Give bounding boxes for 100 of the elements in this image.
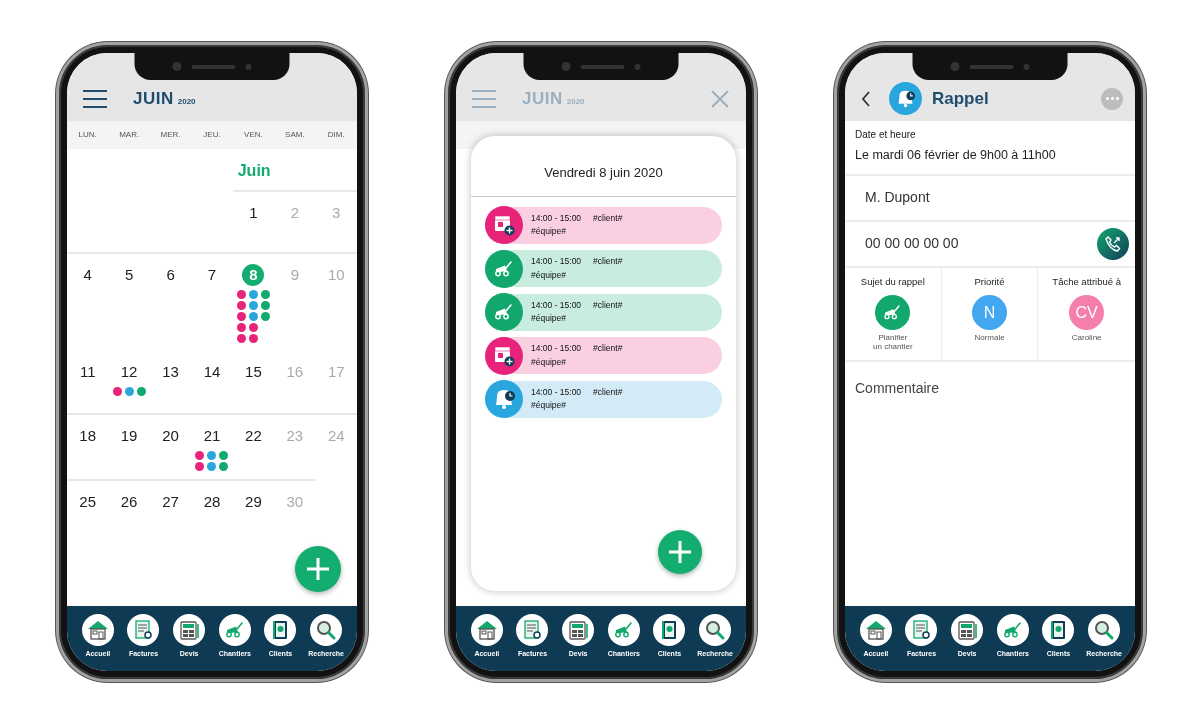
search-icon	[310, 614, 343, 646]
day-number[interactable]: 27	[159, 491, 182, 513]
bell-icon	[889, 82, 922, 115]
close-icon	[710, 88, 730, 109]
weekday-label: MER.	[159, 129, 182, 141]
event-time: 14:00 - 15:00	[531, 212, 582, 223]
day-number[interactable]: 6	[159, 264, 182, 286]
search-icon	[1088, 614, 1121, 646]
contact-book-icon	[653, 614, 686, 646]
day-number[interactable]: 25	[76, 491, 99, 513]
day-number[interactable]: 21	[201, 425, 223, 447]
day-number[interactable]: 1	[242, 202, 265, 224]
year-label: 2020	[566, 95, 585, 108]
phone-number: 00 00 00 00 00	[865, 234, 959, 254]
event-team: #équipe#	[531, 355, 567, 369]
contact-book-icon	[264, 614, 297, 646]
home-icon	[81, 614, 114, 646]
contact-name: M. Dupont	[865, 188, 930, 208]
invoice-icon	[905, 614, 938, 646]
date-value: Le mardi 06 février de 9h00 à 11h00	[854, 147, 1057, 164]
day-number[interactable]: 28	[201, 491, 223, 513]
day-number[interactable]: 19	[118, 425, 141, 447]
attribute-label: Sujet du rappel	[860, 274, 925, 289]
day-number[interactable]: 22	[242, 425, 265, 447]
calculator-icon	[951, 614, 984, 646]
attribute-label: Tâche attribué à	[1052, 274, 1121, 289]
calendar-add-icon	[485, 206, 523, 244]
year-label: 2020	[177, 95, 196, 108]
day-number[interactable]: 4	[76, 264, 99, 286]
event-time: 14:00 - 15:00	[531, 386, 582, 397]
attribute-label: Priorité	[974, 274, 1005, 289]
calculator-icon	[562, 614, 595, 646]
add-button[interactable]	[658, 530, 702, 574]
mower-icon	[485, 249, 523, 288]
weekday-label: MAR.	[118, 129, 141, 141]
event-item[interactable]: 14:00 - 15:00 #client# #équipe#	[485, 337, 722, 374]
weekday-label: LUN.	[77, 129, 98, 141]
event-team: #équipe#	[531, 312, 567, 325]
screen-title: Rappel	[932, 87, 989, 110]
event-client: #client#	[593, 343, 623, 354]
weekday-label: DIM.	[326, 129, 346, 141]
day-number[interactable]: 5	[118, 264, 141, 286]
event-time: 14:00 - 15:00	[531, 256, 582, 267]
event-item[interactable]: 14:00 - 15:00 #client# #équipe#	[485, 206, 722, 244]
plus-icon	[306, 557, 330, 581]
event-client: #client#	[593, 212, 623, 223]
event-team: #équipe#	[531, 399, 567, 412]
invoice-icon	[516, 614, 549, 646]
day-number[interactable]: 15	[242, 361, 265, 383]
invoice-icon	[127, 614, 160, 646]
day-number[interactable]: 7	[201, 264, 223, 286]
day-number[interactable]: 14	[201, 361, 223, 383]
event-time: 14:00 - 15:00	[531, 343, 582, 354]
initials-badge: CV	[1069, 295, 1105, 330]
search-icon	[699, 614, 732, 646]
mower-icon	[485, 293, 523, 331]
event-client: #client#	[593, 256, 623, 267]
event-client: #client#	[593, 299, 623, 310]
home-icon	[470, 614, 503, 646]
field-label: Date et heure	[854, 128, 917, 142]
sheet-title: Vendredi 8 juin 2020	[543, 164, 664, 182]
more-button[interactable]	[1101, 87, 1123, 110]
day-number[interactable]: 29	[242, 491, 265, 513]
plus-icon	[668, 540, 692, 564]
attribute-value: Normale	[974, 334, 1005, 343]
initials-badge: N	[972, 295, 1007, 330]
event-time: 14:00 - 15:00	[531, 299, 582, 310]
attribute-value: Caroline	[1071, 334, 1102, 343]
phone-icon	[1104, 234, 1122, 253]
day-number[interactable]: 12	[118, 361, 141, 383]
day-number[interactable]: 11	[76, 361, 99, 383]
bell-icon	[485, 380, 523, 418]
back-icon	[861, 90, 871, 107]
call-button[interactable]	[1097, 227, 1129, 260]
day-number[interactable]: 20	[159, 425, 182, 447]
weekday-label: JEU.	[202, 129, 222, 141]
event-item[interactable]: 14:00 - 15:00 #client# #équipe#	[485, 250, 722, 287]
mower-icon	[218, 614, 251, 646]
menu-icon	[472, 89, 496, 108]
calculator-icon	[173, 614, 206, 646]
month-title: JUIN	[522, 87, 563, 110]
month-title: JUIN	[133, 87, 174, 110]
day-number[interactable]: 13	[159, 361, 182, 383]
event-item[interactable]: 14:00 - 15:00 #client# #équipe#	[485, 380, 722, 418]
month-label: Juin	[236, 161, 272, 181]
event-item[interactable]: 14:00 - 15:00 #client# #équipe#	[485, 293, 722, 331]
event-client: #client#	[593, 386, 623, 397]
day-number[interactable]: 26	[118, 491, 141, 513]
contact-book-icon	[1042, 614, 1075, 646]
calendar-add-icon	[485, 336, 523, 375]
home-icon	[859, 614, 892, 646]
day-number[interactable]: 18	[76, 425, 99, 447]
mower-icon	[875, 295, 911, 330]
mower-icon	[607, 614, 640, 646]
menu-icon	[83, 89, 107, 108]
add-button[interactable]	[295, 546, 341, 592]
weekday-label: SAM.	[284, 129, 306, 141]
attribute-value: Planifier un chantier	[873, 334, 913, 352]
mower-icon	[996, 614, 1029, 646]
weekday-label: VEN.	[243, 129, 264, 141]
